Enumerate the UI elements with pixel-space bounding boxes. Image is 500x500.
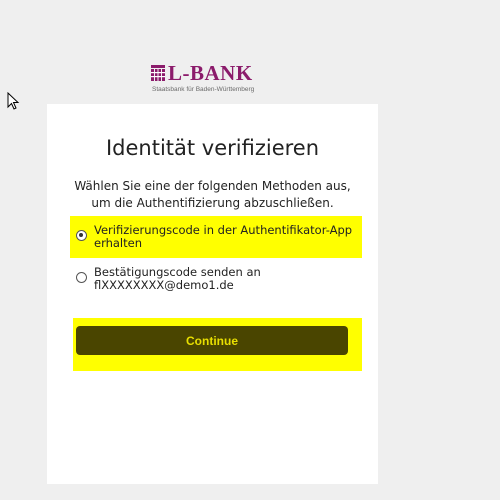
logo-subtitle: Staatsbank für Baden-Württemberg xyxy=(152,86,255,93)
verification-card: Identität verifizieren Wählen Sie eine d… xyxy=(47,104,378,484)
continue-button[interactable]: Continue xyxy=(76,326,348,355)
option-email-code-label: Bestätigungscode senden an flXXXXXXXX@de… xyxy=(94,265,261,292)
radio-authenticator-app[interactable] xyxy=(76,230,87,241)
option-email-code[interactable]: Bestätigungscode senden an flXXXXXXXX@de… xyxy=(70,263,362,303)
option-authenticator-app-label: Verifizierungscode in der Authentifikato… xyxy=(94,223,353,250)
radio-email-code[interactable] xyxy=(76,272,87,283)
instruction-text: Wählen Sie eine der folgenden Methoden a… xyxy=(74,179,351,210)
continue-highlight: Continue xyxy=(73,318,362,371)
l-bank-logo: L-BANK Staatsbank für Baden-Württemberg xyxy=(150,62,280,98)
logo-brand-text: L-BANK xyxy=(168,61,253,85)
mouse-pointer-icon xyxy=(7,92,20,110)
page-title: Identität verifizieren xyxy=(105,136,320,160)
option-authenticator-app[interactable]: Verifizierungscode in der Authentifikato… xyxy=(70,216,362,258)
coat-of-arms-icon xyxy=(151,65,165,81)
